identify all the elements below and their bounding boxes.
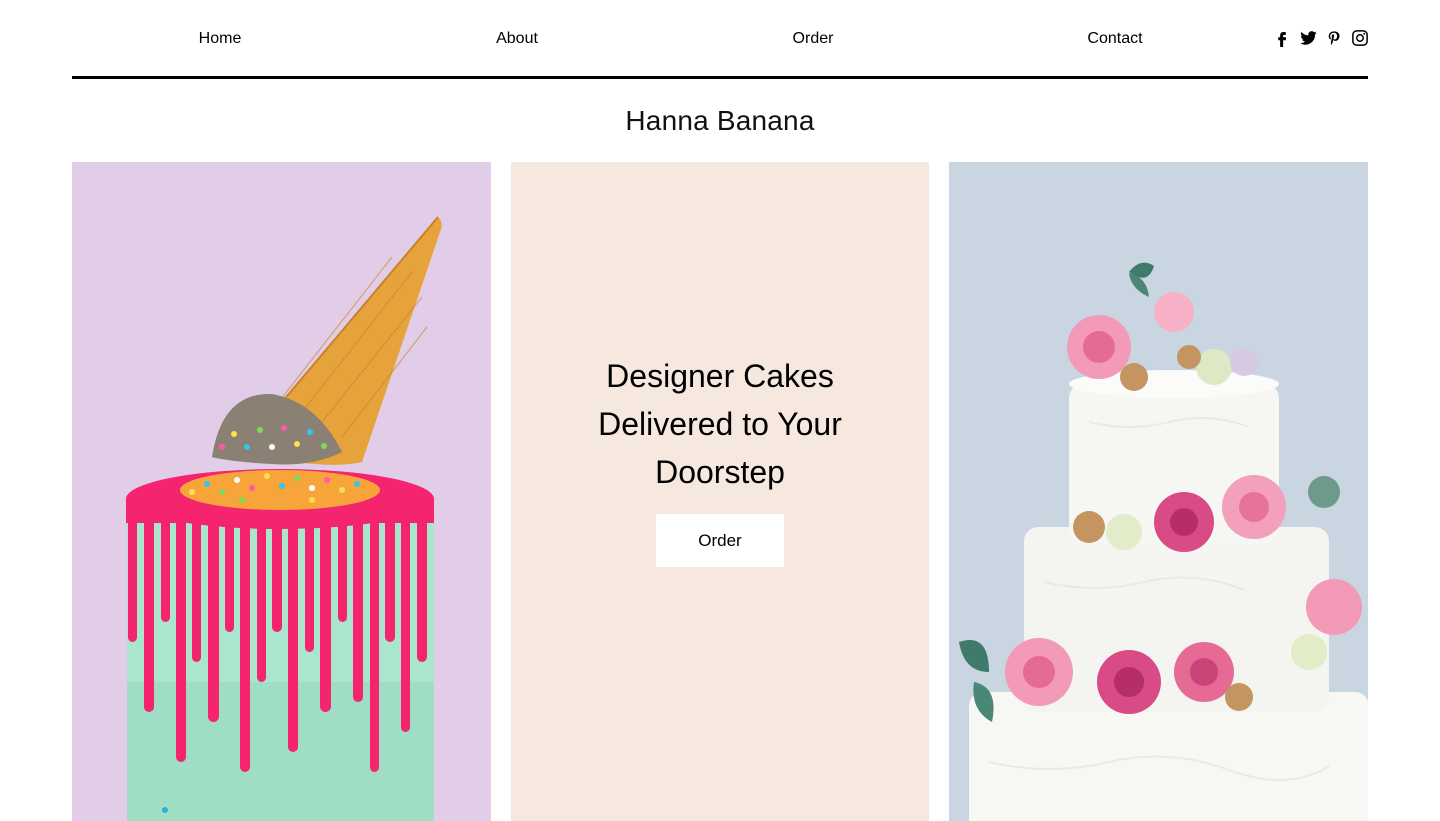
- hero-line-1: Designer Cakes: [606, 358, 834, 394]
- nav-item-home[interactable]: Home: [199, 29, 242, 49]
- pinterest-icon[interactable]: [1324, 28, 1344, 48]
- drip-cake-image: [72, 162, 491, 821]
- hero-headline: Designer Cakes Delivered to Your Doorste…: [511, 352, 929, 496]
- nav-item-contact[interactable]: Contact: [1087, 29, 1142, 49]
- hero-panel: Designer Cakes Delivered to Your Doorste…: [511, 162, 929, 821]
- site-title[interactable]: Hanna Banana: [0, 104, 1440, 138]
- hero-line-2: Delivered to Your: [598, 406, 842, 442]
- twitter-icon[interactable]: [1298, 28, 1318, 48]
- nav-item-order[interactable]: Order: [793, 29, 834, 49]
- social-bar: [1272, 27, 1370, 49]
- order-button[interactable]: Order: [656, 514, 784, 567]
- nav-item-about[interactable]: About: [496, 29, 538, 49]
- facebook-icon[interactable]: [1272, 28, 1292, 48]
- hero-line-3: Doorstep: [655, 454, 785, 490]
- floral-cake-illustration: [949, 162, 1368, 821]
- drip-cake-illustration: [72, 162, 491, 821]
- floral-cake-image: [949, 162, 1368, 821]
- main-nav: Home About Order Contact: [72, 0, 1368, 78]
- site: Home About Order Contact Hanna Banana De…: [0, 0, 1440, 821]
- instagram-icon[interactable]: [1350, 28, 1370, 48]
- nav-divider: [72, 76, 1368, 79]
